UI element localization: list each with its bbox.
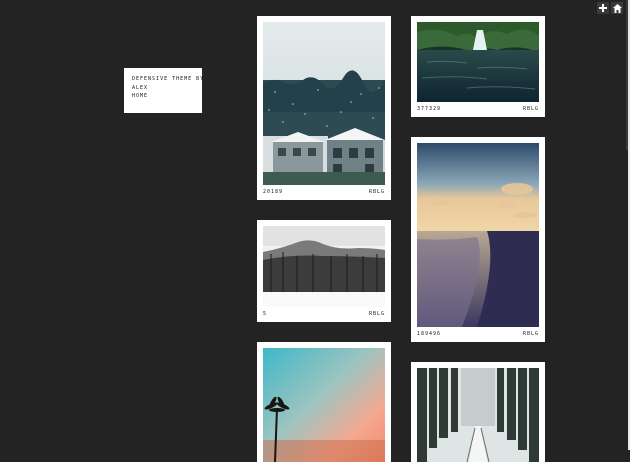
notes-count[interactable]: 20189 xyxy=(263,189,283,195)
home-icon xyxy=(612,3,622,13)
post-caption: 20189 RBLG xyxy=(263,189,385,195)
dashboard-button[interactable] xyxy=(611,2,623,14)
post-photo[interactable] xyxy=(417,368,539,462)
post-photo[interactable] xyxy=(263,348,385,462)
theme-credit: DEFENSIVE THEME BY xyxy=(132,76,205,82)
notes-count[interactable]: 189496 xyxy=(417,331,441,337)
post-photo[interactable] xyxy=(263,22,385,185)
post-photo[interactable] xyxy=(417,22,539,102)
tumblr-controls xyxy=(597,2,623,14)
reblog-link[interactable]: RBLG xyxy=(523,106,539,112)
post-photo[interactable] xyxy=(263,226,385,307)
photo-post[interactable] xyxy=(411,362,545,462)
author-link[interactable]: ALEX xyxy=(132,84,194,92)
reblog-link[interactable]: RBLG xyxy=(369,311,385,317)
blog-title-card: DEFENSIVE THEME BY ALEX HOME xyxy=(124,68,205,113)
photo-post[interactable]: 5 RBLG xyxy=(257,220,391,322)
notes-count[interactable]: 377329 xyxy=(417,106,441,112)
home-link[interactable]: HOME xyxy=(132,92,194,100)
photo-post[interactable]: 377329 RBLG xyxy=(411,16,545,117)
post-caption: 5 RBLG xyxy=(263,311,385,317)
notes-count[interactable]: 5 xyxy=(263,311,267,317)
post-photo[interactable] xyxy=(417,143,539,327)
reblog-link[interactable]: RBLG xyxy=(369,189,385,195)
reblog-link[interactable]: RBLG xyxy=(523,331,539,337)
post-caption: 189496 RBLG xyxy=(417,331,539,337)
photo-post[interactable]: 20189 RBLG xyxy=(257,16,391,200)
photo-post[interactable] xyxy=(257,342,391,462)
photo-post[interactable]: 189496 RBLG xyxy=(411,137,545,342)
plus-icon xyxy=(599,4,607,12)
follow-button[interactable] xyxy=(597,2,609,14)
post-caption: 377329 RBLG xyxy=(417,106,539,112)
